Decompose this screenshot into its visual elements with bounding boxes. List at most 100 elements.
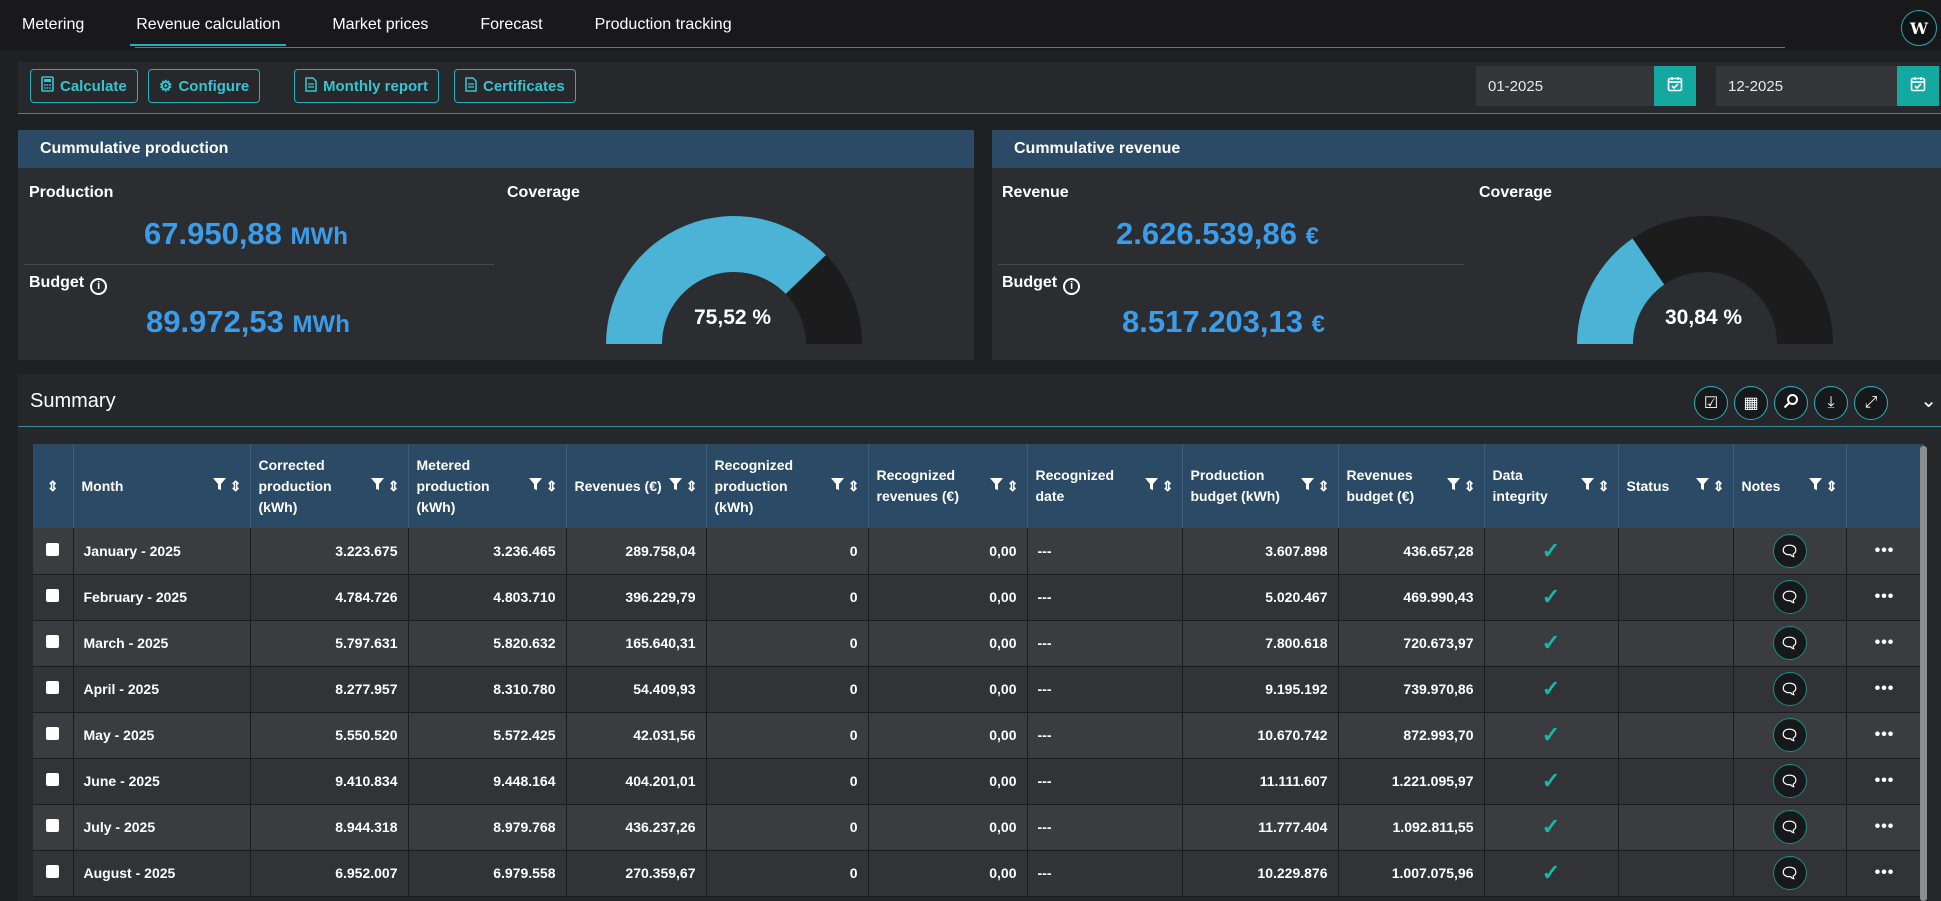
select-columns-button[interactable]: ☑	[1694, 386, 1728, 420]
monthly-report-button[interactable]: Monthly report	[294, 69, 439, 103]
date-to-input[interactable]: 12-2025	[1716, 66, 1916, 106]
row-checkbox[interactable]	[46, 681, 60, 694]
search-button[interactable]	[1774, 386, 1808, 420]
table-row[interactable]: March - 2025 5.797.631 5.820.632 165.640,31…	[33, 620, 1924, 667]
table-row[interactable]: June - 2025 9.410.834 9.448.164 404.201,01 0…	[33, 758, 1924, 805]
column-header[interactable]: Recognized production (kWh) ⇕	[706, 444, 869, 528]
row-checkbox[interactable]	[46, 819, 60, 832]
column-header[interactable]: Month ⇕	[73, 444, 251, 528]
more-icon[interactable]: •••	[1875, 634, 1895, 651]
filter-sort-icons[interactable]: ⇕	[528, 477, 558, 495]
filter-sort-icons[interactable]: ⇕	[1446, 477, 1476, 495]
certificates-button[interactable]: Certificates	[454, 69, 576, 103]
app-logo-button[interactable]: W	[1901, 10, 1937, 46]
notes-button[interactable]: 🗨	[1772, 533, 1807, 568]
column-header[interactable]: Recognized date ⇕	[1027, 444, 1183, 528]
row-checkbox-cell[interactable]	[33, 712, 74, 759]
row-checkbox[interactable]	[46, 589, 60, 602]
more-icon[interactable]: •••	[1875, 864, 1895, 881]
filter-sort-icons[interactable]: ⇕	[1144, 477, 1174, 495]
date-from-calendar-button[interactable]	[1654, 66, 1696, 106]
expand-button[interactable]: ⤢	[1854, 386, 1888, 420]
table-row[interactable]: July - 2025 8.944.318 8.979.768 436.237,26 0…	[33, 804, 1924, 851]
table-row[interactable]: January - 2025 3.223.675 3.236.465 289.758,…	[33, 528, 1924, 575]
metered-production-cell: 8.310.780	[408, 666, 567, 713]
checkmark-icon: ✓	[1541, 537, 1561, 563]
notes-button[interactable]: 🗨	[1772, 764, 1807, 798]
tab-market-prices[interactable]: Market prices	[332, 16, 428, 46]
tab-production-tracking[interactable]: Production tracking	[595, 16, 732, 46]
row-checkbox-cell[interactable]	[33, 620, 74, 667]
sort-icon: ⇕	[847, 477, 860, 494]
more-icon[interactable]: •••	[1875, 588, 1895, 605]
column-header[interactable]: Revenues budget (€) ⇕	[1338, 444, 1485, 528]
grid-view-button[interactable]: ▦	[1734, 386, 1768, 420]
date-from-input[interactable]: 01-2025	[1476, 66, 1672, 106]
more-icon[interactable]: •••	[1875, 542, 1895, 559]
sort-icon: ⇕	[1161, 477, 1174, 494]
column-header[interactable]: Production budget (kWh) ⇕	[1182, 444, 1339, 528]
row-checkbox-cell[interactable]	[33, 574, 74, 621]
row-checkbox-cell[interactable]	[33, 850, 74, 897]
sort-icon[interactable]: ⇕	[47, 478, 59, 494]
filter-sort-icons[interactable]: ⇕	[212, 477, 242, 495]
column-header[interactable]: Data integrity ⇕	[1484, 444, 1619, 528]
info-icon[interactable]: i	[1063, 277, 1081, 295]
table-row[interactable]: April - 2025 8.277.957 8.310.780 54.409,93 0…	[33, 666, 1924, 713]
status-cell	[1618, 620, 1734, 667]
configure-button[interactable]: ⚙ Configure	[148, 69, 261, 103]
tab-revenue-calculation[interactable]: Revenue calculation	[130, 16, 287, 46]
notes-button[interactable]: 🗨	[1772, 672, 1807, 706]
column-header[interactable]: Notes ⇕	[1733, 444, 1847, 528]
filter-sort-icons[interactable]: ⇕	[1300, 477, 1330, 495]
notes-button[interactable]: 🗨	[1772, 856, 1807, 890]
calculate-button[interactable]: Calculate	[30, 69, 138, 103]
revenues-cell: 270.359,67	[566, 850, 707, 897]
row-checkbox-cell[interactable]	[33, 804, 74, 851]
column-header[interactable]: Status ⇕	[1618, 444, 1734, 528]
row-checkbox[interactable]	[46, 727, 60, 740]
filter-sort-icons[interactable]: ⇕	[989, 477, 1019, 495]
filter-sort-icons[interactable]: ⇕	[1695, 477, 1725, 495]
tab-forecast[interactable]: Forecast	[480, 16, 542, 46]
row-checkbox[interactable]	[46, 635, 60, 648]
info-icon[interactable]: i	[90, 277, 108, 295]
row-checkbox-cell[interactable]	[33, 666, 74, 713]
column-header[interactable]: Corrected production (kWh) ⇕	[250, 444, 409, 528]
date-to-calendar-button[interactable]	[1897, 66, 1939, 106]
row-checkbox-cell[interactable]	[33, 528, 74, 575]
vertical-scrollbar[interactable]	[1920, 446, 1927, 901]
row-checkbox[interactable]	[46, 865, 60, 878]
tab-metering[interactable]: Metering	[22, 16, 84, 46]
download-button[interactable]: ⤓	[1814, 386, 1848, 420]
filter-sort-icons[interactable]: ⇕	[370, 477, 400, 495]
table-row[interactable]: February - 2025 4.784.726 4.803.710 396.229…	[33, 574, 1924, 621]
select-all-header[interactable]: ⇕	[33, 444, 74, 528]
more-icon[interactable]: •••	[1875, 680, 1895, 697]
notes-button[interactable]: 🗨	[1772, 810, 1807, 844]
corrected-production-cell: 8.944.318	[250, 804, 409, 851]
table-row[interactable]: May - 2025 5.550.520 5.572.425 42.031,56 0 0,…	[33, 712, 1924, 759]
sort-icon: ⇕	[685, 477, 698, 494]
filter-sort-icons[interactable]: ⇕	[668, 477, 698, 495]
column-header[interactable]: Revenues (€) ⇕	[566, 444, 707, 528]
filter-icon	[370, 477, 384, 490]
more-icon[interactable]: •••	[1875, 726, 1895, 743]
notes-button[interactable]: 🗨	[1772, 718, 1807, 752]
column-header[interactable]: Recognized revenues (€) ⇕	[868, 444, 1028, 528]
notes-button[interactable]: 🗨	[1772, 580, 1807, 614]
filter-sort-icons[interactable]: ⇕	[1808, 477, 1838, 495]
filter-icon	[668, 477, 682, 490]
row-checkbox[interactable]	[46, 542, 60, 556]
table-row[interactable]: August - 2025 6.952.007 6.979.558 270.359,6…	[33, 850, 1924, 897]
notes-button[interactable]: 🗨	[1772, 626, 1807, 660]
row-checkbox[interactable]	[46, 773, 60, 786]
filter-sort-icons[interactable]: ⇕	[1580, 477, 1610, 495]
filter-sort-icons[interactable]: ⇕	[830, 477, 860, 495]
row-actions-cell: •••	[1846, 758, 1924, 805]
more-icon[interactable]: •••	[1875, 818, 1895, 835]
column-header[interactable]: Metered production (kWh) ⇕	[408, 444, 567, 528]
row-checkbox-cell[interactable]	[33, 758, 74, 805]
chevron-down-icon[interactable]: ⌄	[1920, 388, 1937, 413]
more-icon[interactable]: •••	[1875, 772, 1895, 789]
